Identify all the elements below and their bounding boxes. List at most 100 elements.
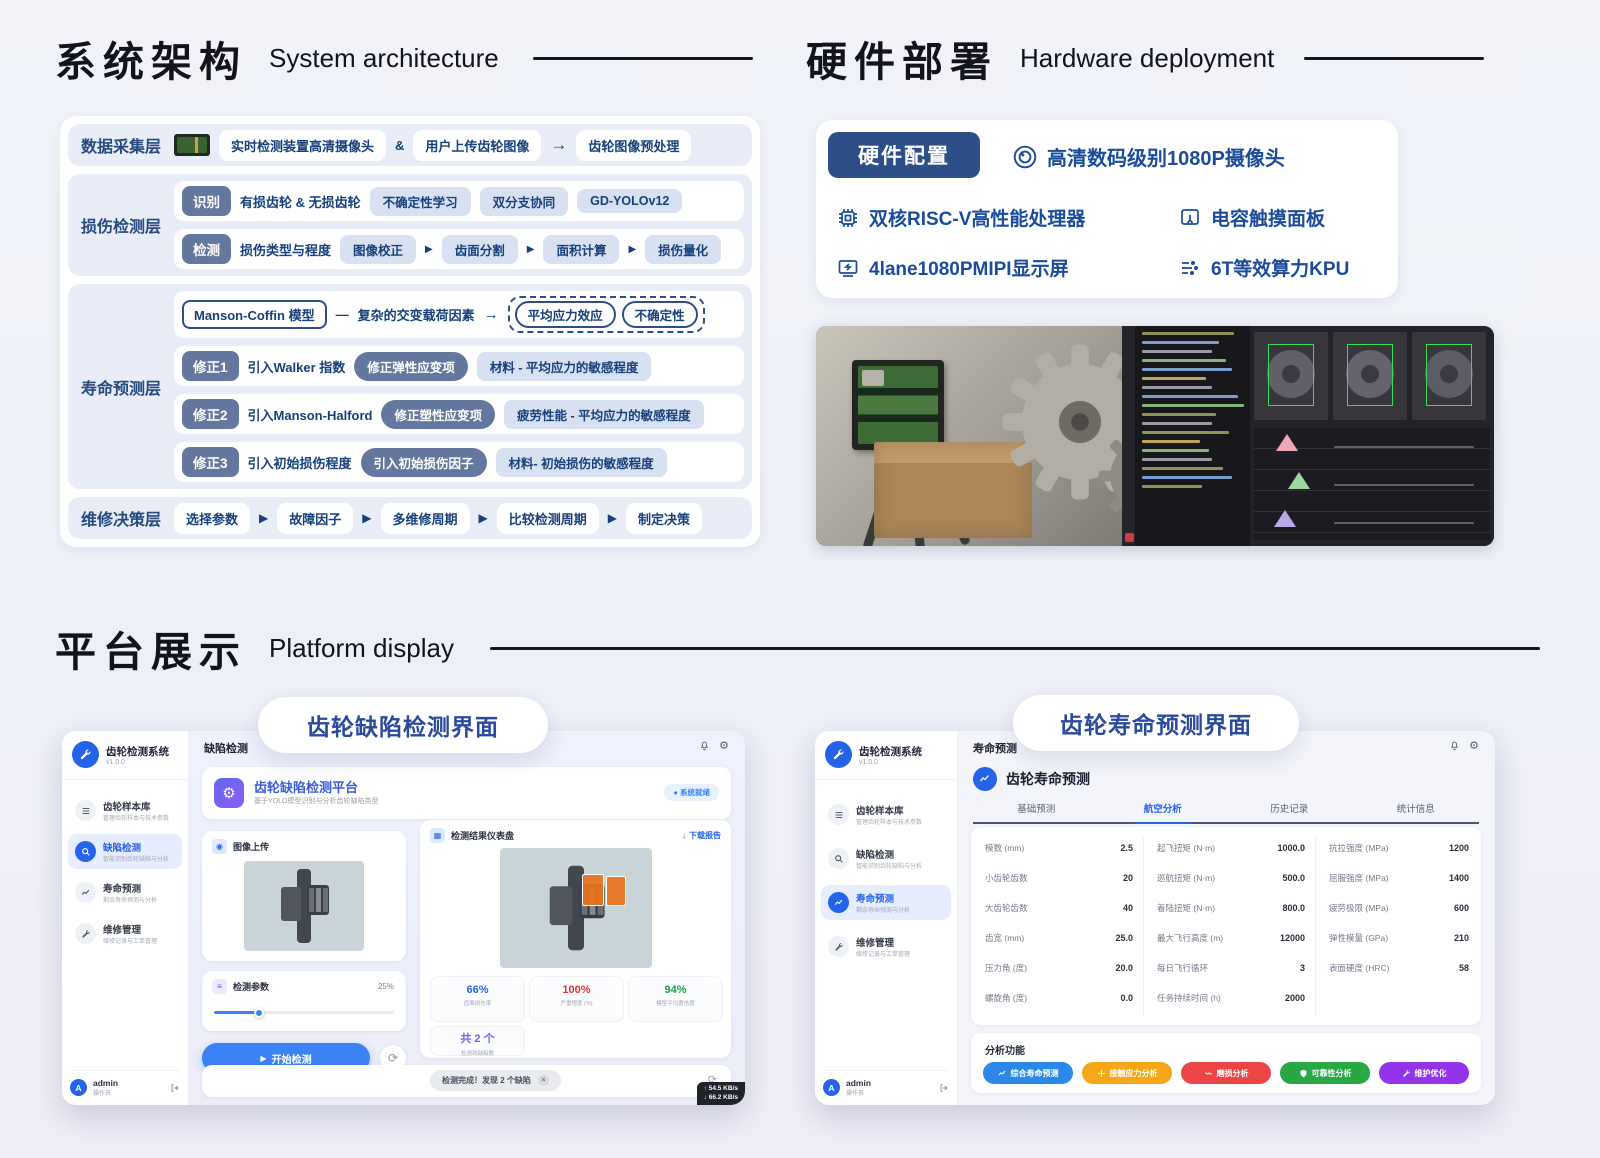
bell-icon[interactable] <box>1449 740 1460 751</box>
param-row: 屈服强度 (MPa)1400 <box>1329 863 1469 893</box>
bell-icon[interactable] <box>699 740 710 751</box>
green-triangle-marker <box>1288 472 1310 489</box>
sidebar-item-life-prediction[interactable]: 寿命预测剩余寿命预测与分析 <box>821 885 951 920</box>
photo-bench-scene <box>816 326 1126 546</box>
sidebar-item-life-prediction[interactable]: 寿命预测剩余寿命预测与分析 <box>68 875 182 910</box>
flow-chip: 双分支协同 <box>480 187 569 216</box>
defect-bbox <box>606 876 626 906</box>
life-prediction-button[interactable]: 综合寿命预测 <box>983 1062 1073 1084</box>
flow-text: 引入Manson-Halford <box>248 405 373 424</box>
app-logo: 齿轮检测系统 v1.0.0 <box>825 741 922 768</box>
hw-item-label: 双核RISC-V高性能处理器 <box>869 204 1085 231</box>
analysis-title: 分析功能 <box>985 1042 1025 1057</box>
hw-item-label: 电容触摸面板 <box>1211 204 1325 231</box>
step-arrow-icon: ▶ <box>425 244 433 255</box>
flow-node: 制定决策 <box>626 503 702 534</box>
logout-icon[interactable] <box>170 1083 180 1093</box>
platform-title-zh: 平台展示 <box>55 618 247 678</box>
param-row: 螺旋角 (度)0.0 <box>985 983 1133 1013</box>
flow-text: 引入Walker 指数 <box>248 357 346 376</box>
fix1-tag: 修正1 <box>182 351 239 381</box>
hw-item-kpu: 6T等效算力KPU <box>1178 254 1349 281</box>
callout-text: 齿轮缺陷检测界面 <box>307 708 499 742</box>
recognition-tag: 识别 <box>182 186 231 216</box>
fix3-tag: 修正3 <box>182 447 239 477</box>
tab-aviation-analysis[interactable]: 航空分析 <box>1100 801 1227 822</box>
detection-result-image <box>500 848 652 968</box>
page-title: 缺陷检测 <box>204 740 248 756</box>
fix2-subrow: 修正2 引入Manson-Halford 修正塑性应变项 疲劳性能 - 平均应力… <box>174 394 744 434</box>
maintenance-optimize-button[interactable]: 维护优化 <box>1379 1062 1469 1084</box>
param-row: 齿宽 (mm)25.0 <box>985 923 1133 953</box>
hw-item-camera: 高清数码级别1080P摄像头 <box>1012 142 1285 171</box>
download-report-link[interactable]: ↓ 下载报告 <box>682 830 721 841</box>
sidebar-item-defect-detection[interactable]: 缺陷检测智能识别齿轮缺陷与分析 <box>821 841 951 876</box>
architecture-title-en: System architecture <box>269 43 499 74</box>
sidebar-item-sample-library[interactable]: 齿轮样本库管理齿轮样本与技术参数 <box>821 797 951 832</box>
step-arrow-icon: ▶ <box>259 511 268 525</box>
wrench-icon <box>75 923 96 944</box>
param-row: 大齿轮齿数40 <box>985 893 1133 923</box>
wave-icon <box>1204 1069 1213 1078</box>
hw-item-cpu: 双核RISC-V高性能处理器 <box>836 204 1085 231</box>
chip-icon <box>836 206 860 230</box>
param-row: 巡航扭矩 (N·m)500.0 <box>1157 863 1305 893</box>
param-row: 小齿轮齿数20 <box>985 863 1133 893</box>
detection-params-card: ≡ 检测参数 25% <box>202 971 406 1031</box>
param-row: 模数 (mm)2.5 <box>985 833 1133 863</box>
logout-icon[interactable] <box>939 1083 949 1093</box>
poster-canvas: 系统架构 System architecture 硬件部署 Hardware d… <box>0 0 1600 1158</box>
flow-node: 多维修周期 <box>381 503 470 534</box>
flow-pill: 引入初始损伤因子 <box>361 448 487 477</box>
divider-line <box>533 57 753 60</box>
topbar-icons: ⚙ <box>699 739 729 752</box>
app-version: v1.0.0 <box>106 759 169 766</box>
defect-ui-callout: 齿轮缺陷检测界面 <box>258 697 548 753</box>
divider-line <box>490 647 1540 650</box>
hardware-config-button[interactable]: 硬件配置 <box>828 132 980 178</box>
layer-label: 寿命预测层 <box>68 375 174 399</box>
tab-statistics[interactable]: 统计信息 <box>1353 801 1480 822</box>
status-badge: ● 系统就绪 <box>664 784 719 801</box>
flow-node: 故障因子 <box>277 503 353 534</box>
close-icon[interactable]: × <box>538 1075 549 1086</box>
step-arrow-icon: ▶ <box>362 511 371 525</box>
contact-stress-button[interactable]: 接触应力分析 <box>1082 1062 1172 1084</box>
tab-basic-prediction[interactable]: 基础预测 <box>973 801 1100 822</box>
download-icon: ↓ <box>682 831 686 840</box>
param-row: 压力角 (度)20.0 <box>985 953 1133 983</box>
slider-knob[interactable] <box>254 1008 264 1018</box>
layer-label: 数据采集层 <box>68 133 174 157</box>
sidebar-item-defect-detection[interactable]: 缺陷检测智能识别齿轮缺陷与分析 <box>68 834 182 869</box>
hw-item-display: 4lane1080PMIPI显示屏 <box>836 254 1069 281</box>
param-row: 抗拉强度 (MPa)1200 <box>1329 833 1469 863</box>
play-icon: ▶ <box>260 1054 266 1063</box>
banner-title: 齿轮缺陷检测平台 <box>254 777 358 796</box>
hardware-title-zh: 硬件部署 <box>806 28 998 88</box>
flow-pill: 修正塑性应变项 <box>381 400 495 429</box>
flow-chip: 材料- 初始损伤的敏感程度 <box>496 448 667 477</box>
wear-analysis-button[interactable]: 磨损分析 <box>1181 1062 1271 1084</box>
confidence-slider[interactable] <box>214 1011 394 1014</box>
stat-damage-rate: 66% 齿面损伤率 <box>430 976 525 1022</box>
fix1-subrow: 修正1 引入Walker 指数 修正弹性应变项 材料 - 平均应力的敏感程度 <box>174 346 744 386</box>
flow-text: 复杂的交变载荷因素 <box>358 305 475 324</box>
uploaded-gear-image[interactable] <box>244 861 364 951</box>
settings-gear-icon[interactable]: ⚙ <box>719 739 729 752</box>
reliability-button[interactable]: 可靠性分析 <box>1280 1062 1370 1084</box>
model-subrow: Manson-Coffin 模型 — 复杂的交变载荷因素 → 平均应力效应 不确… <box>174 291 744 338</box>
defect-bbox <box>582 874 604 906</box>
defect-detection-app-window: 齿轮检测系统 v1.0.0 齿轮样本库管理齿轮样本与技术参数 缺陷检测智能识别齿… <box>62 731 745 1105</box>
maintenance-decision-layer-row: 维修决策层 选择参数 ▶ 故障因子 ▶ 多维修周期 ▶ 比较检测周期 ▶ 制定决… <box>68 497 752 539</box>
sidebar-item-maintenance[interactable]: 维修管理维修记录与工单管理 <box>68 916 182 951</box>
hw-item-label: 6T等效算力KPU <box>1211 254 1349 281</box>
hardware-section-header: 硬件部署 Hardware deployment <box>806 28 1484 88</box>
sidebar-item-sample-library[interactable]: 齿轮样本库管理齿轮样本与技术参数 <box>68 793 182 828</box>
settings-gear-icon[interactable]: ⚙ <box>1469 739 1479 752</box>
sidebar-item-maintenance[interactable]: 维修管理维修记录与工单管理 <box>821 929 951 964</box>
app-logo: 齿轮检测系统 v1.0.0 <box>72 741 169 768</box>
header-title: 齿轮寿命预测 <box>1006 769 1090 789</box>
param-row: 着陆扭矩 (N·m)800.0 <box>1157 893 1305 923</box>
tab-history[interactable]: 历史记录 <box>1226 801 1353 822</box>
results-dashboard-card: ▦ 检测结果仪表盘 ↓ 下载报告 66% 齿面损伤率 100% 严重程度 (%) <box>420 820 731 1058</box>
